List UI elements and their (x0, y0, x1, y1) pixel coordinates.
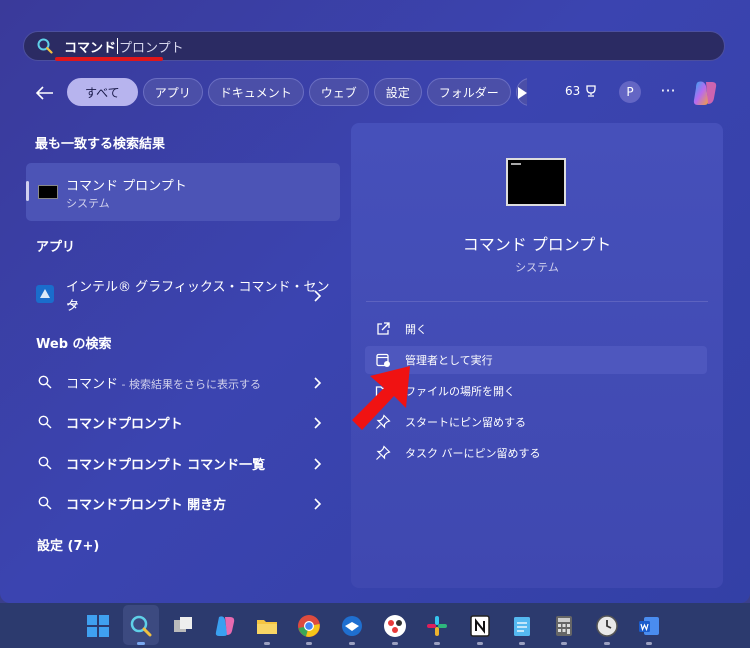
chrome-icon[interactable] (296, 613, 322, 639)
preview-sub: システム (515, 261, 559, 274)
chip-web[interactable]: ウェブ (308, 78, 369, 106)
web-item-hint: - 検索結果をさらに表示する (118, 378, 261, 391)
search-icon (36, 454, 54, 472)
web-item-2[interactable]: コマンドプロンプト コマンド一覧 (26, 444, 340, 480)
search-suggestion-text: プロンプト (119, 40, 184, 56)
search-icon (36, 373, 54, 391)
command-prompt-large-icon (506, 158, 566, 206)
pin-icon (375, 445, 391, 461)
action-label: ファイルの場所を開く (405, 385, 515, 398)
web-search-heading: Web の検索 (36, 337, 112, 352)
clock-icon[interactable] (594, 613, 620, 639)
calculator-icon[interactable] (551, 613, 577, 639)
running-indicator (561, 642, 567, 645)
chevron-right-icon (314, 414, 324, 429)
web-item-main: コマンドプロンプト コマンド一覧 (66, 458, 266, 473)
app-name-line2: ー (66, 298, 80, 313)
slack-icon[interactable] (424, 613, 450, 639)
filter-chips: すべてアプリドキュメントウェブ設定フォルダー写真 (67, 78, 527, 108)
chevron-right-icon (314, 287, 324, 302)
running-indicator (434, 642, 440, 645)
more-filters-button[interactable] (513, 84, 531, 102)
preview-title: コマンド プロンプト (462, 235, 612, 254)
app-icon[interactable] (382, 613, 408, 639)
active-indicator (137, 642, 145, 645)
running-indicator (519, 642, 525, 645)
apps-heading: アプリ (36, 240, 76, 255)
copilot-icon (693, 81, 717, 105)
notepad-icon[interactable] (509, 613, 535, 639)
web-item-1[interactable]: コマンドプロンプト (26, 403, 340, 439)
chip-apps[interactable]: アプリ (142, 78, 203, 106)
preview-pane: コマンド プロンプト システム 開く 管理者として実行 ファイルの場所を開く ス… (351, 123, 723, 588)
search-typed-text: コマンド (64, 40, 117, 56)
back-button[interactable] (30, 78, 60, 108)
chevron-right-icon (314, 455, 324, 470)
action-label: 開く (405, 323, 427, 336)
divider (366, 301, 708, 302)
rewards-points[interactable]: 63 (565, 84, 598, 98)
avatar[interactable]: P (619, 81, 641, 103)
running-indicator (477, 642, 483, 645)
best-match-sub: システム (66, 197, 110, 210)
search-icon (36, 494, 54, 512)
web-item-main: コマンドプロンプト (66, 417, 183, 432)
action-pin-to-taskbar[interactable]: タスク バーにピン留めする (365, 439, 707, 467)
word-icon[interactable] (636, 613, 662, 639)
taskbar-search-icon[interactable] (128, 613, 154, 639)
app-name-line1: インテル® グラフィックス・コマンド・センタ (66, 280, 330, 314)
task-view-icon[interactable] (170, 613, 196, 639)
web-item-3[interactable]: コマンドプロンプト 開き方 (26, 484, 340, 520)
search-icon (36, 37, 54, 55)
copilot-taskbar-icon[interactable] (212, 613, 238, 639)
action-label: スタートにピン留めする (405, 416, 526, 429)
running-indicator (604, 642, 610, 645)
text-caret (117, 38, 119, 54)
running-indicator (264, 642, 270, 645)
chevron-right-icon (314, 495, 324, 510)
start-icon[interactable] (85, 613, 111, 639)
web-item-main: コマンド (66, 377, 119, 392)
web-item-main: コマンドプロンプト 開き方 (66, 498, 227, 513)
search-panel: コマンド プロンプト すべてアプリドキュメントウェブ設定フォルダー写真 63 P… (0, 0, 750, 603)
intel-graphics-icon (36, 285, 54, 303)
notion-icon[interactable] (467, 613, 493, 639)
running-indicator (646, 642, 652, 645)
action-label: 管理者として実行 (405, 354, 493, 367)
filter-row: すべてアプリドキュメントウェブ設定フォルダー写真 63 P ··· (30, 78, 730, 108)
red-underline-annotation (55, 57, 163, 61)
list-item-intel-graphics[interactable]: インテル® グラフィックス・コマンド・センタ ー (26, 275, 340, 315)
play-icon (518, 87, 527, 99)
command-prompt-icon (38, 185, 58, 199)
thunderbird-icon[interactable] (339, 613, 365, 639)
running-indicator (349, 642, 355, 645)
chip-documents[interactable]: ドキュメント (207, 78, 304, 106)
points-value: 63 (565, 84, 581, 98)
web-item-0[interactable]: コマンド - 検索結果をさらに表示する (26, 363, 340, 399)
chevron-right-icon (314, 374, 324, 389)
action-open[interactable]: 開く (365, 315, 707, 343)
open-external-icon (375, 321, 391, 337)
selection-indicator (26, 181, 29, 201)
copilot-button[interactable] (690, 78, 720, 108)
red-arrow-annotation (352, 366, 410, 430)
best-match-heading: 最も一致する検索結果 (35, 137, 166, 152)
more-options-button[interactable]: ··· (657, 81, 679, 100)
back-arrow-icon (36, 86, 53, 100)
chip-all[interactable]: すべて (67, 78, 138, 106)
action-label: タスク バーにピン留めする (405, 447, 541, 460)
search-icon (36, 413, 54, 431)
best-match-item[interactable]: コマンド プロンプト システム (26, 163, 340, 221)
chip-folders[interactable]: フォルダー (426, 78, 511, 106)
running-indicator (392, 642, 398, 645)
best-match-name: コマンド プロンプト (66, 179, 187, 194)
chip-settings[interactable]: 設定 (373, 78, 422, 106)
file-explorer-icon[interactable] (254, 613, 280, 639)
search-input[interactable]: コマンド プロンプト (64, 37, 184, 56)
settings-heading[interactable]: 設定 (7+) (37, 535, 99, 554)
running-indicator (306, 642, 312, 645)
trophy-icon (586, 85, 596, 97)
